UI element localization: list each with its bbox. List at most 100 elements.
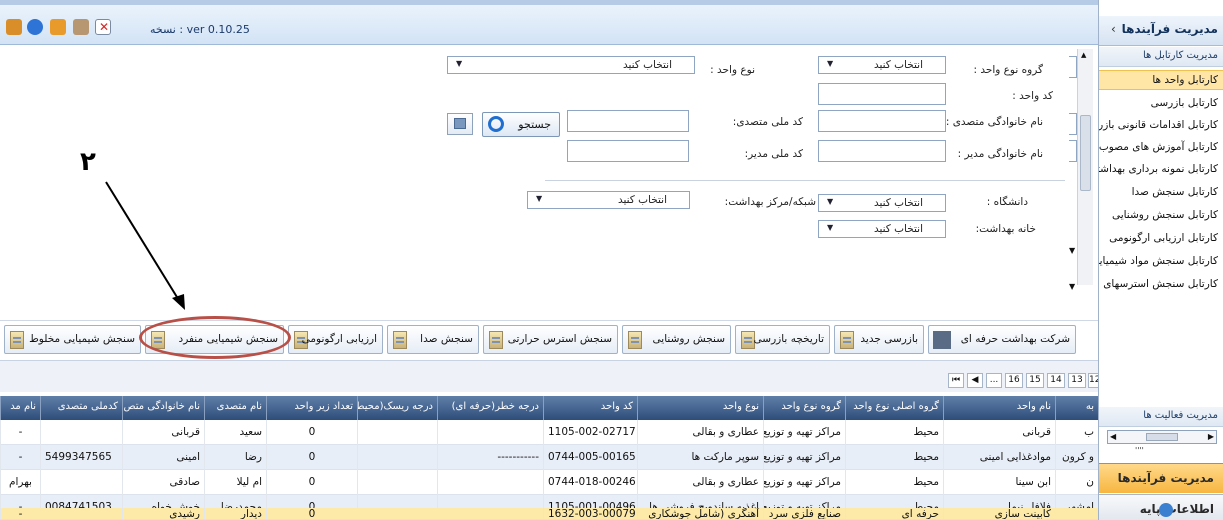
search-button[interactable]: جستجو [482, 112, 560, 137]
calculator-button[interactable] [447, 113, 473, 135]
collapse-chevron-icon[interactable]: ‹ [1111, 22, 1116, 36]
scroll-thumb[interactable] [1080, 115, 1091, 191]
sidebar-item-noise[interactable]: کارتابل سنجش صدا [1099, 183, 1223, 203]
document-icon [489, 331, 503, 349]
info-icon [1159, 503, 1173, 517]
responsible-national-label: کد ملی متصدی: [732, 116, 803, 128]
process-management-button[interactable]: مدیریت فرآیندها [1099, 463, 1223, 493]
col-header-resp-name[interactable]: نام متصدی [204, 396, 266, 420]
network-select[interactable]: انتخاب کنید ▼ [527, 191, 690, 209]
unit-type-label: نوع واحد : [710, 64, 755, 76]
scroll-thumb[interactable] [1146, 433, 1178, 441]
scroll-right-icon[interactable]: ▶ [1208, 432, 1214, 441]
responsible-national-input[interactable] [567, 110, 689, 132]
prev-page-icon[interactable]: ◀ [967, 373, 983, 388]
health-house-select[interactable]: انتخاب کنید ▼ [818, 220, 946, 238]
base-info-button[interactable]: اطلاعات پایه [1099, 494, 1223, 520]
unit-code-input[interactable] [818, 83, 946, 105]
form-divider [545, 180, 1065, 181]
tab-new-inspection[interactable]: بازرسی جدید [834, 325, 924, 354]
chevron-down-icon[interactable]: ▼ [827, 59, 833, 68]
chevron-down-icon[interactable]: ▼ [1069, 246, 1075, 255]
manager-family-label: نام خانوادگی مدیر : [957, 148, 1043, 160]
sidebar-section-cartables[interactable]: مدیریت کارتابل ها [1099, 47, 1223, 67]
unit-group-label: گروه نوع واحد : [973, 64, 1043, 76]
responsible-family-input[interactable] [818, 110, 946, 132]
col-header-resp-family[interactable]: نام خانوادگی متص [122, 396, 204, 420]
manager-national-input[interactable] [567, 140, 689, 162]
sidebar-item-stress[interactable]: کارتابل سنجش استرسهای [1099, 275, 1223, 295]
health-house-label: خانه بهداشت: [975, 223, 1036, 235]
chevron-down-icon[interactable]: ▼ [827, 197, 833, 206]
sidebar-item-inspection[interactable]: کارتابل بازرسی [1099, 94, 1223, 114]
manager-family-input[interactable] [818, 140, 946, 162]
sidebar-item-approved-trainings[interactable]: کارتابل آموزش های مصوب [1099, 138, 1223, 158]
sidebar-item-units[interactable]: کارتابل واحد ها [1099, 70, 1223, 90]
unit-type-select[interactable]: انتخاب کنید ▼ [447, 56, 695, 74]
university-select[interactable]: انتخاب کنید ▼ [818, 194, 946, 212]
scroll-left-icon[interactable]: ◀ [1110, 432, 1116, 441]
sidebar-title: مدیریت فرآیندها [1121, 22, 1218, 36]
col-header-risk-prof[interactable]: درجه خطر(حرفه ای) [437, 396, 543, 420]
document-icon [10, 331, 24, 349]
table-row[interactable]: ن ابن سینا محیط مراکز تهیه و توزیع عطاری… [0, 470, 1098, 495]
sidebar-item-health-sampling[interactable]: کارتابل نمونه برداری بهداشتی [1099, 160, 1223, 180]
col-header-unit-code[interactable]: کد واحد [543, 396, 637, 420]
tab-single-chemical-measurement[interactable]: سنجش شیمیایی منفرد [145, 325, 284, 354]
chevron-down-icon[interactable]: ▼ [536, 194, 542, 203]
tab-inspection-history[interactable]: تاریخچه بازرسی [735, 325, 830, 354]
form-tab-edge [1069, 113, 1077, 135]
scroll-label: '''' [1135, 446, 1144, 455]
chevron-down-icon[interactable]: ▼ [827, 223, 833, 232]
sidebar-hscroll[interactable]: ◀ ▶ [1107, 430, 1217, 444]
tab-lighting-measurement[interactable]: سنجش روشنایی [622, 325, 731, 354]
sidebar-item-chemical[interactable]: کارتابل سنجش مواد شیمیایی [1099, 252, 1223, 272]
unit-group-select[interactable]: انتخاب کنید ▼ [818, 56, 946, 74]
col-header-sub-units[interactable]: تعداد زیر واحد [266, 396, 357, 420]
col-header-risk-env[interactable]: درجه ریسک(محیط) [357, 396, 437, 420]
page-14[interactable]: 14 [1047, 373, 1065, 388]
form-scrollbar[interactable]: ▲ [1077, 49, 1093, 285]
page-15[interactable]: 15 [1026, 373, 1044, 388]
sidebar-section-activities[interactable]: مدیریت فعالیت ها [1099, 407, 1223, 427]
col-header-manager[interactable]: نام مد [0, 396, 40, 420]
first-page-icon[interactable]: ⏮ [948, 373, 964, 388]
tab-ergonomic-assessment[interactable]: ارزیابی ارگونومی [288, 325, 383, 354]
page-ellipsis[interactable]: ... [986, 373, 1002, 388]
sidebar-header: مدیریت فرآیندها ‹ [1099, 16, 1223, 46]
table-row[interactable]: ب قربانی محیط مراکز تهیه و توزیع عطاری و… [0, 420, 1098, 445]
col-header-unit-group[interactable]: گروه نوع واحد [763, 396, 845, 420]
scroll-up-icon[interactable]: ▲ [1081, 51, 1086, 59]
col-header-resp-national[interactable]: کدملی متصدی [40, 396, 122, 420]
form-tab-edge [1069, 56, 1077, 78]
calculator-icon [454, 118, 466, 129]
sidebar-item-ergonomic[interactable]: کارتابل ارزیابی ارگونومی [1099, 229, 1223, 249]
col-header-unit-name[interactable]: نام واحد [943, 396, 1055, 420]
chevron-down-icon[interactable]: ▼ [456, 59, 462, 68]
table-row[interactable]: و کرون موادغذایی امینی محیط مراکز تهیه و… [0, 445, 1098, 470]
col-header-main-group[interactable]: گروه اصلی نوع واحد [845, 396, 943, 420]
col-header-edge[interactable]: به [1055, 396, 1098, 420]
document-icon [393, 331, 407, 349]
tab-noise-measurement[interactable]: سنجش صدا [387, 325, 479, 354]
page-13[interactable]: 13 [1068, 373, 1086, 388]
table-row-selected[interactable]: کابینت سازی حرفه ای صنایع فلزی سرد آهنگر… [0, 508, 1098, 520]
document-icon [840, 331, 854, 349]
tab-occupational-health-company[interactable]: شرکت بهداشت حرفه ای [928, 325, 1076, 354]
manager-national-label: کد ملی مدیر: [744, 148, 803, 160]
document-icon [628, 331, 642, 349]
sidebar: مدیریت فرآیندها ‹ مدیریت کارتابل ها کارت… [1098, 0, 1223, 520]
page-12[interactable]: 12 [1088, 373, 1100, 388]
chevron-down-icon[interactable]: ▼ [1069, 282, 1075, 291]
page-16[interactable]: 16 [1005, 373, 1023, 388]
document-icon [151, 331, 165, 349]
annotation-arrow [105, 181, 185, 310]
sidebar-item-lighting[interactable]: کارتابل سنجش روشنایی [1099, 206, 1223, 226]
tab-mixed-chemical-measurement[interactable]: سنجش شیمیایی مخلوط [4, 325, 141, 354]
university-label: دانشگاه : [986, 196, 1028, 208]
tab-heat-stress-measurement[interactable]: سنجش استرس حرارتی [483, 325, 618, 354]
col-header-unit-type[interactable]: نوع واحد [637, 396, 763, 420]
sidebar-item-legal-actions[interactable]: کارتابل اقدامات قانونی بازرسی [1099, 116, 1223, 136]
unit-code-label: کد واحد : [1012, 90, 1053, 102]
form-tab-edge [1069, 140, 1077, 162]
